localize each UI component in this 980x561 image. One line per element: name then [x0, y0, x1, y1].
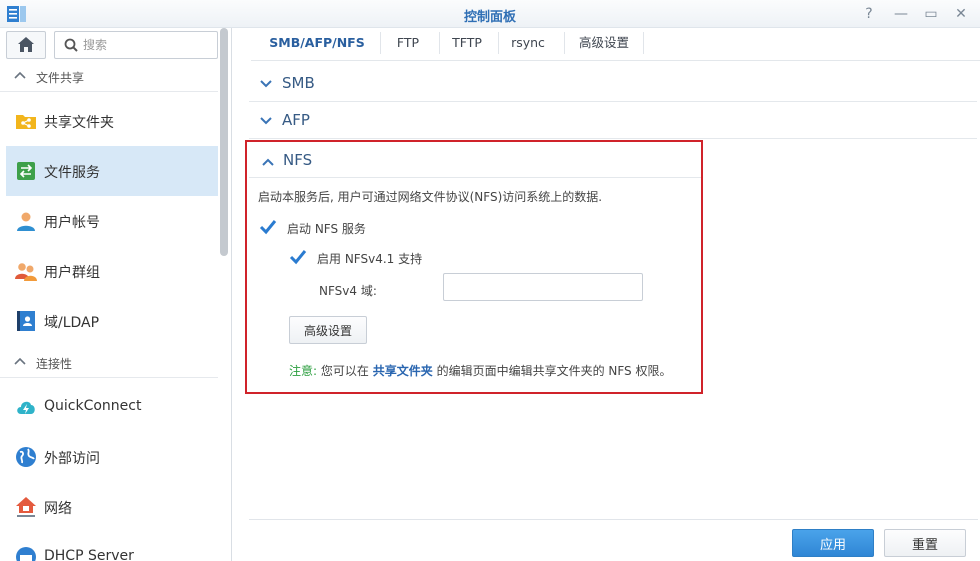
group-icon [15, 263, 37, 281]
dhcp-icon [16, 547, 36, 561]
sidebar-item-label: 文件服务 [44, 165, 100, 181]
tab-divider [564, 32, 565, 54]
main-panel: SMB/AFP/NFS FTP TFTP rsync 高级设置 SMB AFP … [233, 28, 980, 561]
tab-divider [439, 32, 440, 54]
window-title: 控制面板 [463, 10, 516, 25]
sidebar-item-label: 共享文件夹 [44, 115, 114, 131]
sidebar-item-label: 用户群组 [44, 265, 100, 281]
chevron-up-icon [14, 71, 26, 79]
sidebar-item-dhcp-server[interactable]: DHCP Server [6, 532, 218, 561]
help-button[interactable]: ? [858, 4, 880, 24]
enable-nfs-checkbox[interactable]: 启动 NFS 服务 [259, 218, 459, 238]
minimize-button[interactable]: — [890, 4, 912, 24]
group-connectivity[interactable]: 连接性 [0, 348, 218, 378]
apply-button[interactable]: 应用 [792, 529, 874, 557]
sidebar-item-quickconnect[interactable]: QuickConnect [6, 382, 218, 432]
sidebar-item-label: 外部访问 [44, 451, 100, 467]
search-box[interactable] [54, 31, 218, 59]
checkmark-icon [259, 220, 277, 235]
enable-nfsv41-checkbox[interactable]: 启用 NFSv4.1 支持 [289, 248, 489, 268]
sidebar-item-shared-folder[interactable]: 共享文件夹 [6, 96, 218, 146]
tab-ftp[interactable]: FTP [389, 28, 427, 58]
enable-nfs-label: 启动 NFS 服务 [287, 222, 366, 236]
globe-icon [16, 447, 36, 467]
note-text: 的编辑页面中编辑共享文件夹的 NFS 权限。 [436, 364, 672, 378]
nfs-description: 启动本服务后, 用户可通过网络文件协议(NFS)访问系统上的数据. [258, 190, 603, 204]
search-icon [64, 38, 78, 52]
section-afp[interactable]: AFP [249, 103, 977, 139]
sidebar: 文件共享 共享文件夹 文件服务 用户帐号 用户群组 [0, 28, 232, 561]
checkmark-icon [289, 250, 307, 265]
network-icon [16, 497, 36, 517]
sidebar-item-domain-ldap[interactable]: 域/LDAP [6, 296, 218, 346]
sidebar-item-label: DHCP Server [44, 548, 134, 561]
group-label: 连接性 [36, 357, 73, 371]
nfsv4-domain-input[interactable] [443, 273, 643, 301]
sidebar-item-network[interactable]: 网络 [6, 482, 218, 532]
footer-divider [249, 519, 978, 520]
nfs-advanced-settings-button[interactable]: 高级设置 [289, 316, 367, 344]
note-text: 您可以在 [320, 364, 369, 378]
tab-advanced-settings[interactable]: 高级设置 [573, 28, 635, 58]
sidebar-item-group[interactable]: 用户群组 [6, 246, 218, 296]
chevron-up-icon [262, 158, 274, 166]
nfs-note: 注意: 您可以在 共享文件夹 的编辑页面中编辑共享文件夹的 NFS 权限。 [289, 362, 671, 379]
sidebar-scrollbar[interactable] [220, 28, 228, 256]
tab-divider [498, 32, 499, 54]
tab-rsync[interactable]: rsync [507, 28, 549, 58]
home-icon [18, 37, 34, 52]
title-bar: 控制面板 ? — ▭ ✕ [0, 0, 980, 28]
section-title: SMB [282, 74, 315, 92]
shared-folder-icon [16, 115, 36, 129]
nfs-highlight-box: NFS 启动本服务后, 用户可通过网络文件协议(NFS)访问系统上的数据. 启动… [245, 140, 703, 394]
section-nfs[interactable]: NFS [249, 144, 701, 178]
group-label: 文件共享 [36, 71, 85, 85]
note-prefix: 注意: [289, 364, 318, 378]
sidebar-item-label: 用户帐号 [44, 215, 100, 231]
tab-bar: SMB/AFP/NFS FTP TFTP rsync 高级设置 [251, 28, 980, 61]
close-button[interactable]: ✕ [950, 4, 972, 24]
search-input[interactable] [83, 36, 213, 54]
chevron-down-icon [260, 80, 272, 88]
quickconnect-icon [17, 401, 35, 414]
sidebar-item-external-access[interactable]: 外部访问 [6, 432, 218, 482]
tab-smb-afp-nfs[interactable]: SMB/AFP/NFS [267, 28, 367, 58]
home-button[interactable] [6, 31, 46, 59]
nfsv4-domain-label: NFSv4 域: [319, 284, 377, 298]
sidebar-item-label: 网络 [44, 501, 72, 517]
tab-tftp[interactable]: TFTP [447, 28, 487, 58]
file-services-icon [17, 162, 35, 180]
tab-divider [380, 32, 381, 54]
tab-divider [643, 32, 644, 54]
sidebar-item-label: 域/LDAP [44, 315, 100, 331]
user-icon [17, 212, 35, 231]
reset-button[interactable]: 重置 [884, 529, 966, 557]
sidebar-item-user[interactable]: 用户帐号 [6, 196, 218, 246]
section-smb[interactable]: SMB [249, 66, 977, 102]
sidebar-item-label: QuickConnect [44, 398, 142, 414]
chevron-down-icon [260, 117, 272, 125]
chevron-up-icon [14, 357, 26, 365]
shared-folder-link[interactable]: 共享文件夹 [373, 364, 433, 378]
maximize-button[interactable]: ▭ [920, 4, 942, 24]
sidebar-item-file-services[interactable]: 文件服务 [6, 146, 218, 196]
section-title: AFP [282, 111, 310, 129]
section-title: NFS [283, 151, 313, 169]
group-file-sharing[interactable]: 文件共享 [0, 62, 218, 92]
enable-nfsv41-label: 启用 NFSv4.1 支持 [317, 252, 423, 266]
domain-ldap-icon [17, 311, 35, 331]
